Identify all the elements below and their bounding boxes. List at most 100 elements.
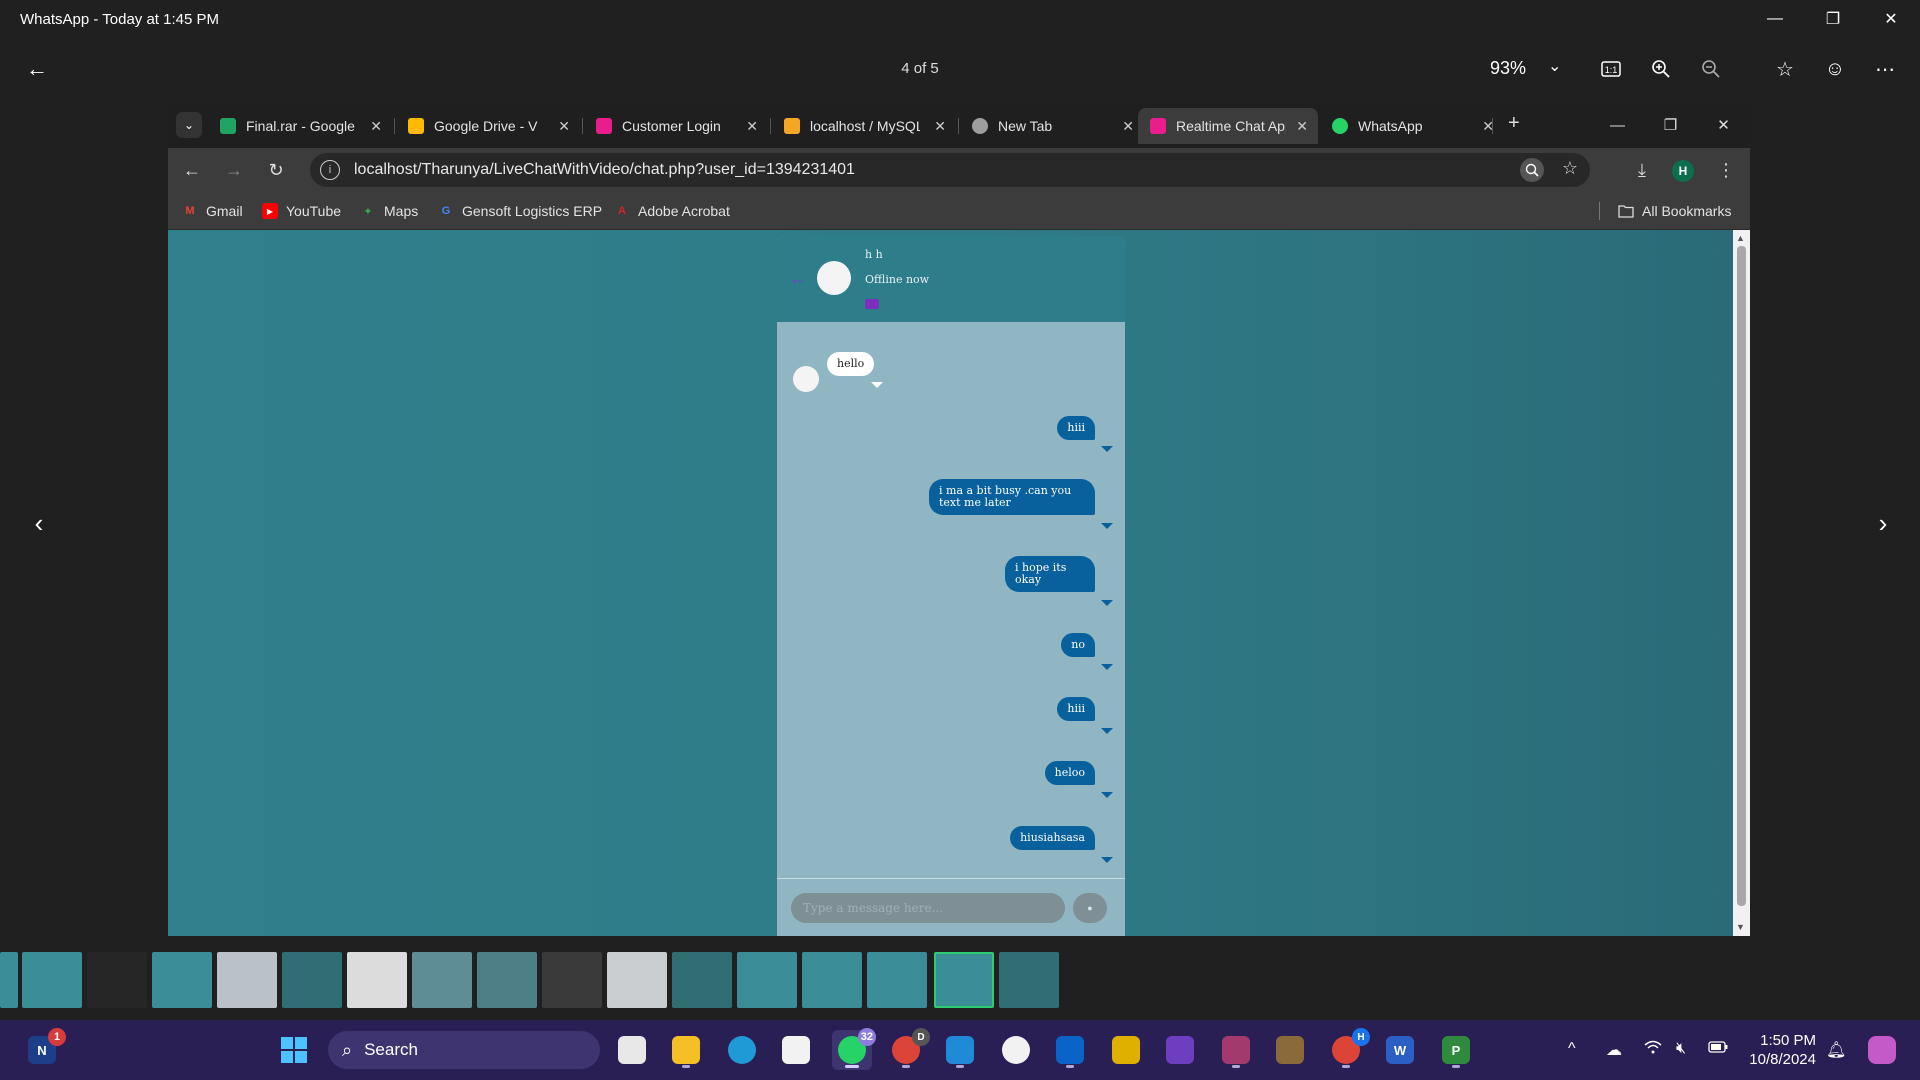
message-options-icon[interactable]: [871, 382, 883, 388]
edge-button[interactable]: [722, 1030, 762, 1070]
address-bar[interactable]: i localhost/Tharunya/LiveChatWithVideo/c…: [310, 153, 1590, 187]
vscode-button[interactable]: [940, 1030, 980, 1070]
show-hidden-icons[interactable]: ^: [1568, 1040, 1576, 1058]
reload-icon[interactable]: ↻: [264, 158, 288, 182]
previous-image-button[interactable]: ‹: [24, 508, 54, 538]
image-app-button[interactable]: [1270, 1030, 1310, 1070]
tab-close-icon[interactable]: ✕: [558, 118, 570, 135]
project-button[interactable]: P: [1436, 1030, 1476, 1070]
chrome-profile-button[interactable]: H: [1326, 1028, 1370, 1070]
bookmark-gensoft[interactable]: G Gensoft Logistics ERP: [438, 203, 602, 219]
zoom-indicator-icon[interactable]: [1520, 158, 1544, 182]
filmstrip-thumbnail-selected[interactable]: [934, 952, 994, 1008]
back-icon[interactable]: ←: [180, 158, 204, 182]
message-options-icon[interactable]: [1101, 523, 1113, 529]
filmstrip-thumbnail[interactable]: [737, 952, 797, 1008]
bookmark-gmail[interactable]: M Gmail: [182, 203, 242, 219]
filmstrip-thumbnail[interactable]: [867, 952, 927, 1008]
chrome-menu-icon[interactable]: ⋮: [1714, 158, 1738, 182]
browser-restore-button[interactable]: ❐: [1644, 102, 1697, 148]
message-options-icon[interactable]: [1101, 728, 1113, 734]
message-options-icon[interactable]: [1101, 792, 1113, 798]
filmstrip-thumbnail[interactable]: [542, 952, 602, 1008]
forward-icon[interactable]: →: [222, 158, 246, 182]
outlook-button[interactable]: [1050, 1030, 1090, 1070]
taskbar-search[interactable]: ⌕ Search: [328, 1031, 600, 1069]
filmstrip-thumbnail[interactable]: [282, 952, 342, 1008]
site-info-icon[interactable]: i: [320, 160, 340, 180]
restore-button[interactable]: ❐: [1804, 0, 1862, 38]
bookmark-star-icon[interactable]: ☆: [1562, 158, 1578, 179]
profile-avatar[interactable]: H: [1672, 160, 1694, 182]
message-options-icon[interactable]: [1101, 857, 1113, 863]
tab-google-drive[interactable]: Google Drive - V ✕: [396, 108, 580, 144]
filmstrip-thumbnail[interactable]: [672, 952, 732, 1008]
message-options-icon[interactable]: [1101, 664, 1113, 670]
bookmark-maps[interactable]: ✦ Maps: [360, 203, 418, 219]
message-options-icon[interactable]: [1101, 600, 1113, 606]
zoom-dropdown[interactable]: ⌄: [1548, 56, 1561, 76]
filmstrip-thumbnail[interactable]: [87, 952, 147, 1008]
zoom-in-icon[interactable]: [1648, 56, 1674, 82]
video-call-icon[interactable]: [865, 299, 879, 309]
zoom-level[interactable]: 93%: [1490, 58, 1526, 79]
back-arrow-icon[interactable]: ←: [22, 54, 52, 84]
visual-studio-button[interactable]: [1160, 1030, 1200, 1070]
copilot-button[interactable]: [1862, 1030, 1902, 1070]
tab-new-tab[interactable]: New Tab ✕: [960, 108, 1144, 144]
filmstrip-thumbnail[interactable]: [0, 952, 18, 1008]
message-options-icon[interactable]: [1101, 446, 1113, 452]
bookmark-youtube[interactable]: ▶ YouTube: [262, 203, 341, 219]
tab-close-icon[interactable]: ✕: [1296, 118, 1308, 135]
filmstrip-thumbnail[interactable]: [347, 952, 407, 1008]
battery-icon[interactable]: [1708, 1040, 1728, 1058]
browser-close-button[interactable]: ✕: [1697, 102, 1750, 148]
zoom-out-icon[interactable]: [1698, 56, 1724, 82]
actual-size-icon[interactable]: 1:1: [1598, 56, 1624, 82]
all-bookmarks[interactable]: All Bookmarks: [1618, 203, 1731, 219]
tab-realtime-chat[interactable]: Realtime Chat App ✕: [1138, 108, 1318, 144]
filmstrip-thumbnail[interactable]: [999, 952, 1059, 1008]
back-arrow-icon[interactable]: ←: [789, 268, 807, 289]
whatsapp-taskbar-button[interactable]: 32: [832, 1028, 876, 1070]
filmstrip-thumbnail[interactable]: [477, 952, 537, 1008]
feedback-smiley-icon[interactable]: ☺: [1822, 56, 1848, 82]
wifi-icon[interactable]: [1644, 1040, 1662, 1059]
bookmark-adobe-acrobat[interactable]: A Adobe Acrobat: [614, 203, 730, 219]
winrar-button[interactable]: [1216, 1030, 1256, 1070]
tab-search-dropdown[interactable]: ⌄: [176, 112, 202, 138]
download-icon[interactable]: ⤓: [1630, 158, 1654, 182]
message-input[interactable]: Type a message here...: [791, 893, 1065, 923]
notification-bell-icon[interactable]: 🔔︎: [1826, 1040, 1846, 1060]
filmstrip-thumbnail[interactable]: [412, 952, 472, 1008]
more-icon[interactable]: ⋯: [1872, 56, 1898, 82]
tab-customer-login[interactable]: Customer Login ✕: [584, 108, 768, 144]
file-explorer-button[interactable]: [666, 1030, 706, 1070]
tab-close-icon[interactable]: ✕: [746, 118, 758, 135]
page-scrollbar[interactable]: ▲ ▼: [1733, 230, 1750, 936]
store-button[interactable]: [776, 1030, 816, 1070]
tab-close-icon[interactable]: ✕: [1122, 118, 1134, 135]
start-button[interactable]: [274, 1030, 314, 1070]
scrollbar-thumb[interactable]: [1737, 246, 1746, 906]
app-button[interactable]: [1106, 1030, 1146, 1070]
filmstrip-thumbnail[interactable]: [152, 952, 212, 1008]
chrome-taskbar-button[interactable]: D: [886, 1028, 930, 1070]
whatsapp-desktop-button[interactable]: [996, 1030, 1036, 1070]
close-button[interactable]: ✕: [1862, 0, 1920, 38]
tab-whatsapp[interactable]: WhatsApp ✕: [1320, 108, 1504, 144]
onedrive-icon[interactable]: ☁: [1606, 1040, 1622, 1060]
nfl-widget[interactable]: N 1: [22, 1028, 66, 1070]
filmstrip-thumbnail[interactable]: [802, 952, 862, 1008]
tab-close-icon[interactable]: ✕: [370, 118, 382, 135]
favorite-star-icon[interactable]: ☆: [1772, 56, 1798, 82]
filmstrip-thumbnail[interactable]: [22, 952, 82, 1008]
tab-phpmyadmin[interactable]: localhost / MySQL ✕: [772, 108, 956, 144]
task-view-button[interactable]: [612, 1030, 652, 1070]
new-tab-button[interactable]: +: [1508, 112, 1520, 135]
next-image-button[interactable]: ›: [1868, 508, 1898, 538]
word-button[interactable]: W: [1380, 1030, 1420, 1070]
url-text[interactable]: localhost/Tharunya/LiveChatWithVideo/cha…: [354, 161, 855, 179]
send-icon[interactable]: ●: [1073, 893, 1107, 923]
tab-final-rar[interactable]: Final.rar - Google ✕: [208, 108, 392, 144]
